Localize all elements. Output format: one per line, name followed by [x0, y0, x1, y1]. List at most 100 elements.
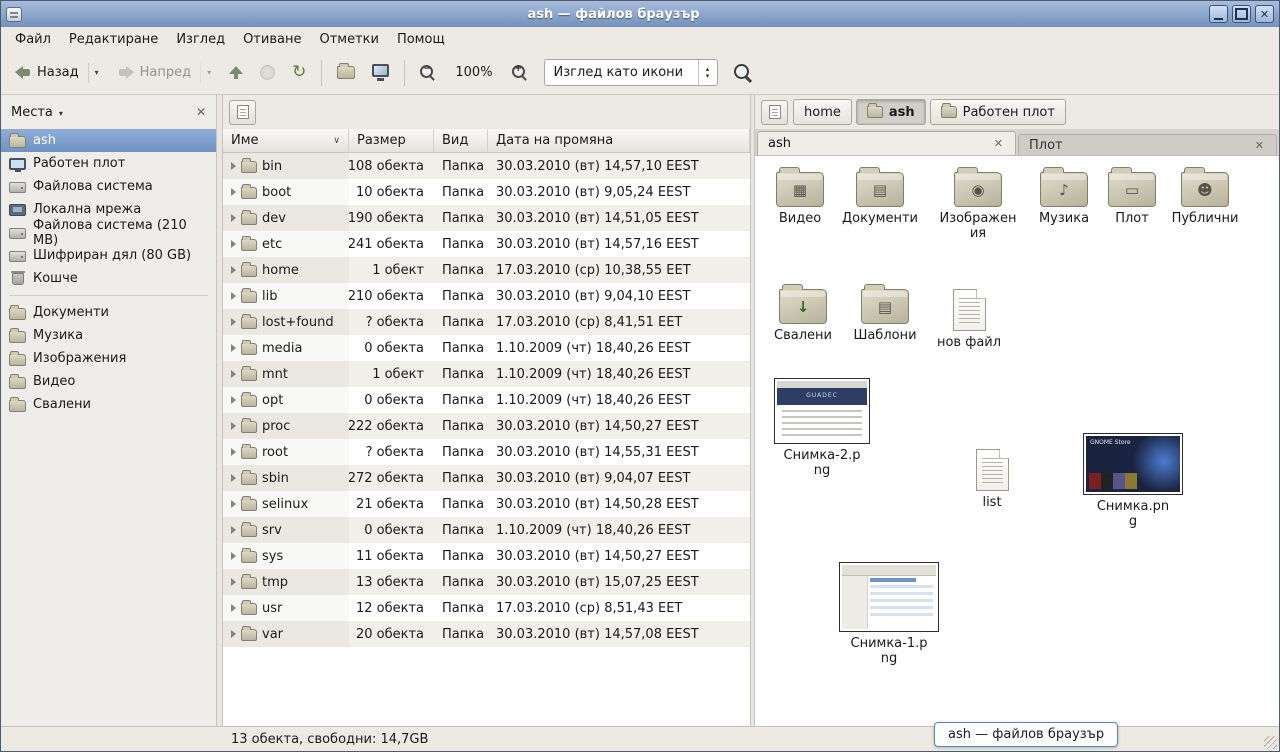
tab-close-icon[interactable]: ✕	[992, 137, 1005, 150]
table-row[interactable]: media0 обектаПапка1.10.2009 (чт) 18,40,2…	[223, 335, 750, 361]
zoom-out-button[interactable]: −	[413, 56, 443, 89]
expander-icon[interactable]	[231, 266, 236, 274]
tab-1[interactable]: Плот✕	[1018, 134, 1277, 155]
sidebar-item-6[interactable]: Кошче	[1, 267, 216, 290]
expander-icon[interactable]	[231, 240, 236, 248]
chevron-down-icon[interactable]: ▾	[59, 109, 63, 118]
back-history-dropdown[interactable]: ▾	[88, 63, 99, 83]
table-row[interactable]: proc222 обектаПапка30.03.2010 (вт) 14,50…	[223, 413, 750, 439]
icon-item-11[interactable]: GNOME StoreСнимка.png	[1088, 431, 1178, 530]
path-button-1[interactable]: ash	[856, 99, 926, 125]
menu-item-3[interactable]: Отиване	[234, 29, 310, 50]
sidebar-close-button[interactable]: ✕	[196, 105, 206, 119]
menu-item-0[interactable]: Файл	[6, 29, 60, 50]
table-row[interactable]: mnt1 обектПапка1.10.2009 (чт) 18,40,26 E…	[223, 361, 750, 387]
table-row[interactable]: sbin272 обектаПапка30.03.2010 (вт) 9,04,…	[223, 465, 750, 491]
location-bar-toggle-button[interactable]	[229, 100, 256, 125]
sidebar-item-0[interactable]: ash	[1, 129, 216, 152]
expander-icon[interactable]	[231, 552, 236, 560]
path-button-0[interactable]: home	[793, 99, 852, 125]
tab-close-icon[interactable]: ✕	[1253, 139, 1266, 152]
sidebar-item-9[interactable]: Музика	[1, 324, 216, 347]
expander-icon[interactable]	[231, 578, 236, 586]
maximize-button[interactable]	[1232, 5, 1251, 23]
sidebar-item-1[interactable]: Работен плот	[1, 152, 216, 175]
home-button[interactable]	[330, 56, 362, 89]
table-row[interactable]: etc241 обектаПапка30.03.2010 (вт) 14,57,…	[223, 231, 750, 257]
table-row[interactable]: selinux21 обектаПапка30.03.2010 (вт) 14,…	[223, 491, 750, 517]
expander-icon[interactable]	[231, 474, 236, 482]
path-button-2[interactable]: Работен плот	[930, 99, 1066, 125]
table-row[interactable]: var20 обектаПапка30.03.2010 (вт) 14,57,0…	[223, 621, 750, 647]
table-row[interactable]: boot10 обектаПапка30.03.2010 (вт) 9,05,2…	[223, 179, 750, 205]
table-row[interactable]: lost+found? обектаПапка17.03.2010 (ср) 8…	[223, 309, 750, 335]
pane-splitter[interactable]	[216, 95, 223, 726]
column-header-2[interactable]: Вид	[434, 129, 488, 152]
icon-canvas[interactable]: ▦Видео▤Документи◉Изображения♪Музика▭Плот…	[755, 156, 1279, 726]
table-row[interactable]: dev190 обектаПапка30.03.2010 (вт) 14,51,…	[223, 205, 750, 231]
table-row[interactable]: sys11 обектаПапка30.03.2010 (вт) 14,50,2…	[223, 543, 750, 569]
close-button[interactable]: ✕	[1255, 5, 1274, 23]
search-button[interactable]	[727, 56, 759, 89]
minimize-button[interactable]	[1209, 5, 1228, 23]
sidebar-item-5[interactable]: Шифриран дял (80 GB)	[1, 244, 216, 267]
column-header-0[interactable]: Име∨	[223, 129, 349, 152]
sidebar-item-2[interactable]: Файлова система	[1, 175, 216, 198]
menu-item-4[interactable]: Отметки	[310, 29, 387, 50]
resize-grip[interactable]	[1264, 736, 1277, 749]
icon-item-12[interactable]: Снимка-1.png	[844, 560, 934, 667]
expander-icon[interactable]	[231, 292, 236, 300]
sidebar-item-8[interactable]: Документи	[1, 301, 216, 324]
icon-item-6[interactable]: ↓Свалени	[758, 281, 848, 343]
expander-icon[interactable]	[231, 630, 236, 638]
expander-icon[interactable]	[231, 214, 236, 222]
menu-item-2[interactable]: Изглед	[167, 29, 234, 50]
reload-button[interactable]: ↻	[285, 56, 313, 89]
table-row[interactable]: bin108 обектаПапка30.03.2010 (вт) 14,57,…	[223, 153, 750, 179]
sidebar-item-10[interactable]: Изображения	[1, 347, 216, 370]
icon-item-7[interactable]: ▤Шаблони	[840, 281, 930, 343]
table-row[interactable]: lib210 обектаПапка30.03.2010 (вт) 9,04,1…	[223, 283, 750, 309]
expander-icon[interactable]	[231, 526, 236, 534]
column-header-1[interactable]: Размер	[349, 129, 434, 152]
menu-item-5[interactable]: Помощ	[388, 29, 454, 50]
column-header-3[interactable]: Дата на промяна	[488, 129, 750, 152]
menu-item-1[interactable]: Редактиране	[60, 29, 167, 50]
expander-icon[interactable]	[231, 370, 236, 378]
sidebar-item-11[interactable]: Видео	[1, 370, 216, 393]
forward-button[interactable]: Напред ▾	[110, 56, 220, 89]
expander-icon[interactable]	[231, 500, 236, 508]
table-row[interactable]: srv0 обектаПапка1.10.2009 (чт) 18,40,26 …	[223, 517, 750, 543]
tab-0[interactable]: ash✕	[757, 131, 1016, 155]
expander-icon[interactable]	[231, 344, 236, 352]
expander-icon[interactable]	[231, 318, 236, 326]
expander-icon[interactable]	[231, 188, 236, 196]
titlebar[interactable]: ash — файлов браузър ✕	[1, 1, 1279, 27]
table-row[interactable]: home1 обектПапка17.03.2010 (ср) 10,38,55…	[223, 257, 750, 283]
location-bar-toggle-button[interactable]	[761, 100, 788, 125]
zoom-in-button[interactable]: +	[505, 56, 535, 89]
expander-icon[interactable]	[231, 396, 236, 404]
back-button[interactable]: Назад ▾	[7, 56, 107, 89]
icon-item-0[interactable]: ▦Видео	[755, 164, 845, 226]
stop-button[interactable]	[253, 56, 282, 89]
icon-item-5[interactable]: ☻Публични	[1160, 164, 1250, 226]
expander-icon[interactable]	[231, 162, 236, 170]
table-row[interactable]: tmp13 обектаПапка30.03.2010 (вт) 15,07,2…	[223, 569, 750, 595]
table-row[interactable]: usr12 обектаПапка17.03.2010 (ср) 8,51,43…	[223, 595, 750, 621]
table-row[interactable]: root? обектаПапка30.03.2010 (вт) 14,55,3…	[223, 439, 750, 465]
expander-icon[interactable]	[231, 422, 236, 430]
icon-item-1[interactable]: ▤Документи	[835, 164, 925, 226]
view-mode-select[interactable]: Изглед като икони ▴ ▾	[544, 59, 718, 86]
computer-button[interactable]	[365, 56, 396, 89]
table-row[interactable]: opt0 обектаПапка1.10.2009 (чт) 18,40,26 …	[223, 387, 750, 413]
expander-icon[interactable]	[231, 604, 236, 612]
expander-icon[interactable]	[231, 448, 236, 456]
up-button[interactable]	[222, 56, 250, 89]
sidebar-item-12[interactable]: Свалени	[1, 393, 216, 416]
icon-item-8[interactable]: нов файл	[924, 283, 1014, 350]
icon-item-9[interactable]: GUADECСнимка-2.png	[777, 376, 867, 479]
sidebar-title[interactable]: Места	[11, 105, 53, 120]
icon-item-2[interactable]: ◉Изображения	[933, 164, 1023, 242]
sidebar-item-4[interactable]: Файлова система (210 MB)	[1, 221, 216, 244]
